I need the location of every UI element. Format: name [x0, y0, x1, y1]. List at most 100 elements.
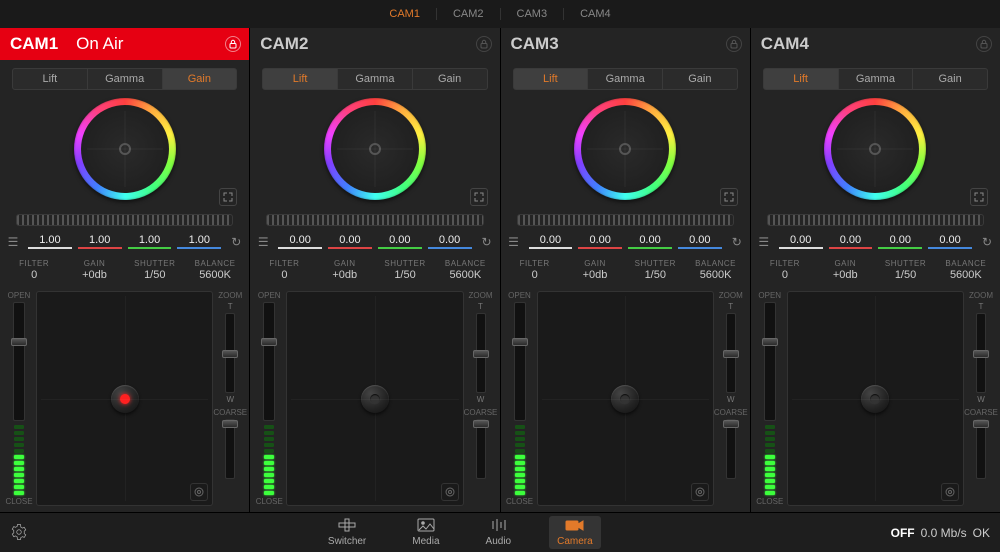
lock-icon[interactable] — [726, 36, 742, 52]
metric-balance[interactable]: BALANCE 5600K — [685, 259, 745, 281]
metric-balance[interactable]: BALANCE 5600K — [936, 259, 996, 281]
value-r[interactable]: 1.00 — [78, 234, 122, 249]
seg-lift[interactable]: Lift — [763, 68, 839, 90]
hamburger-icon[interactable]: ☰ — [755, 235, 773, 249]
iris-slider[interactable] — [764, 302, 776, 421]
lock-icon[interactable] — [476, 36, 492, 52]
coarse-slider[interactable] — [225, 419, 235, 479]
camera-tab[interactable]: CAM4 — [576, 5, 615, 23]
value-w[interactable]: 1.00 — [28, 234, 72, 249]
value-r[interactable]: 0.00 — [328, 234, 372, 249]
iris-slider[interactable] — [514, 302, 526, 421]
metric-shutter[interactable]: SHUTTER 1/50 — [375, 259, 435, 281]
joystick[interactable] — [861, 385, 889, 413]
metric-shutter[interactable]: SHUTTER 1/50 — [875, 259, 935, 281]
seg-gain[interactable]: Gain — [913, 68, 988, 90]
nav-switcher[interactable]: Switcher — [320, 516, 374, 549]
autofocus-icon[interactable] — [441, 483, 459, 501]
metric-balance[interactable]: BALANCE 5600K — [435, 259, 495, 281]
value-b[interactable]: 0.00 — [928, 234, 972, 249]
seg-gamma[interactable]: Gamma — [839, 68, 914, 90]
metric-filter[interactable]: FILTER 0 — [4, 259, 64, 281]
iris-slider[interactable] — [263, 302, 275, 421]
ym-slider[interactable] — [501, 210, 750, 232]
metric-filter[interactable]: FILTER 0 — [755, 259, 815, 281]
expand-icon[interactable] — [470, 188, 488, 206]
expand-icon[interactable] — [720, 188, 738, 206]
value-w[interactable]: 0.00 — [278, 234, 322, 249]
camera-tab[interactable]: CAM1 — [385, 5, 424, 23]
metric-filter[interactable]: FILTER 0 — [505, 259, 565, 281]
color-wheel[interactable] — [574, 98, 676, 200]
seg-gamma[interactable]: Gamma — [588, 68, 663, 90]
expand-icon[interactable] — [970, 188, 988, 206]
camera-tab[interactable]: CAM3 — [513, 5, 552, 23]
seg-gain[interactable]: Gain — [163, 68, 238, 90]
metric-shutter[interactable]: SHUTTER 1/50 — [125, 259, 185, 281]
value-g[interactable]: 1.00 — [128, 234, 172, 249]
zoom-slider[interactable] — [476, 313, 486, 393]
ym-slider[interactable] — [751, 210, 1000, 232]
value-b[interactable]: 0.00 — [428, 234, 472, 249]
reset-icon[interactable]: ↻ — [478, 235, 496, 249]
ym-slider[interactable] — [0, 210, 249, 232]
value-w[interactable]: 0.00 — [779, 234, 823, 249]
joystick[interactable] — [111, 385, 139, 413]
autofocus-icon[interactable] — [691, 483, 709, 501]
value-g[interactable]: 0.00 — [628, 234, 672, 249]
value-b[interactable]: 0.00 — [678, 234, 722, 249]
gear-icon[interactable] — [10, 523, 30, 543]
lock-icon[interactable] — [225, 36, 241, 52]
color-wheel[interactable] — [74, 98, 176, 200]
metric-balance[interactable]: BALANCE 5600K — [185, 259, 245, 281]
coarse-slider[interactable] — [476, 419, 486, 479]
reset-icon[interactable]: ↻ — [978, 235, 996, 249]
joystick[interactable] — [361, 385, 389, 413]
seg-gamma[interactable]: Gamma — [338, 68, 413, 90]
hamburger-icon[interactable]: ☰ — [254, 235, 272, 249]
value-g[interactable]: 0.00 — [378, 234, 422, 249]
xy-pad[interactable] — [787, 291, 964, 506]
autofocus-icon[interactable] — [190, 483, 208, 501]
joystick[interactable] — [611, 385, 639, 413]
xy-pad[interactable] — [537, 291, 714, 506]
reset-icon[interactable]: ↻ — [728, 235, 746, 249]
ym-slider[interactable] — [250, 210, 499, 232]
nav-media[interactable]: Media — [404, 516, 447, 549]
seg-gamma[interactable]: Gamma — [88, 68, 163, 90]
value-r[interactable]: 0.00 — [829, 234, 873, 249]
hamburger-icon[interactable]: ☰ — [505, 235, 523, 249]
camera-tab[interactable]: CAM2 — [449, 5, 488, 23]
zoom-slider[interactable] — [225, 313, 235, 393]
iris-slider[interactable] — [13, 302, 25, 421]
color-wheel[interactable] — [824, 98, 926, 200]
metric-shutter[interactable]: SHUTTER 1/50 — [625, 259, 685, 281]
metric-gain[interactable]: GAIN +0db — [64, 259, 124, 281]
lock-icon[interactable] — [976, 36, 992, 52]
metric-gain[interactable]: GAIN +0db — [565, 259, 625, 281]
value-r[interactable]: 0.00 — [578, 234, 622, 249]
value-b[interactable]: 1.00 — [177, 234, 221, 249]
seg-lift[interactable]: Lift — [513, 68, 589, 90]
zoom-slider[interactable] — [726, 313, 736, 393]
expand-icon[interactable] — [219, 188, 237, 206]
seg-lift[interactable]: Lift — [262, 68, 338, 90]
nav-audio[interactable]: Audio — [478, 516, 520, 549]
autofocus-icon[interactable] — [941, 483, 959, 501]
xy-pad[interactable] — [36, 291, 213, 506]
metric-gain[interactable]: GAIN +0db — [815, 259, 875, 281]
value-w[interactable]: 0.00 — [529, 234, 573, 249]
coarse-slider[interactable] — [726, 419, 736, 479]
seg-gain[interactable]: Gain — [663, 68, 738, 90]
nav-camera[interactable]: Camera — [549, 516, 601, 549]
metric-filter[interactable]: FILTER 0 — [254, 259, 314, 281]
value-g[interactable]: 0.00 — [878, 234, 922, 249]
color-wheel[interactable] — [324, 98, 426, 200]
seg-lift[interactable]: Lift — [12, 68, 88, 90]
metric-gain[interactable]: GAIN +0db — [315, 259, 375, 281]
coarse-slider[interactable] — [976, 419, 986, 479]
zoom-slider[interactable] — [976, 313, 986, 393]
reset-icon[interactable]: ↻ — [227, 235, 245, 249]
hamburger-icon[interactable]: ☰ — [4, 235, 22, 249]
xy-pad[interactable] — [286, 291, 463, 506]
